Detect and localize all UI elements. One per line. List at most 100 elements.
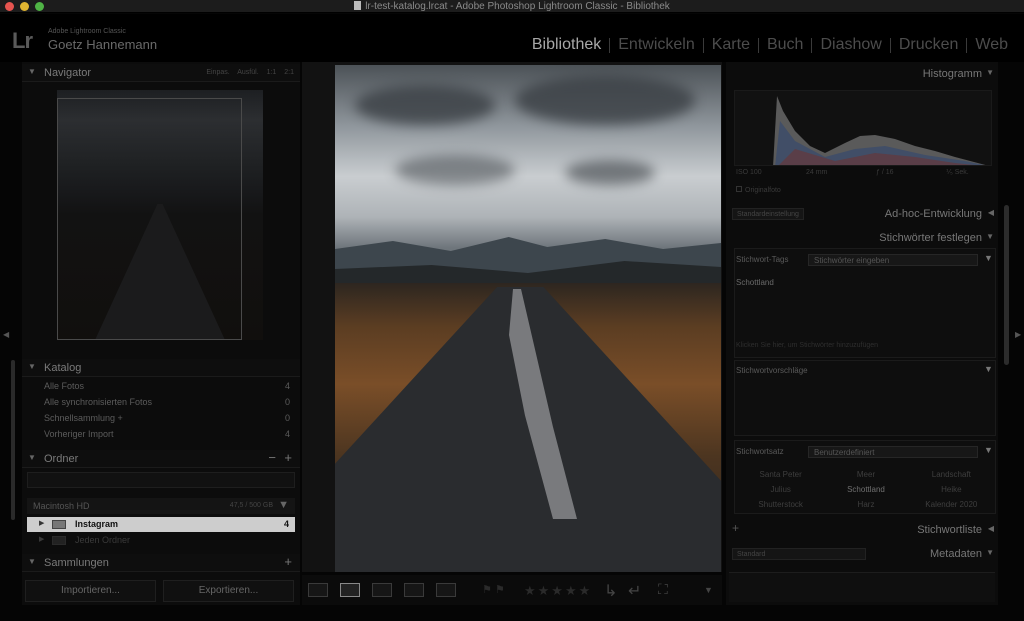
keyword-content[interactable]: Schottland: [736, 278, 774, 287]
grid-view-icon[interactable]: [308, 583, 328, 597]
keyword-suggestions-title: Stichwortvorschläge: [736, 366, 808, 375]
cloud-shape: [565, 160, 655, 185]
remove-folder-button[interactable]: −: [268, 450, 276, 465]
add-keyword-button[interactable]: +: [732, 521, 739, 535]
catalog-header[interactable]: ▼ Katalog: [22, 359, 300, 377]
rotate-left-icon[interactable]: ↳: [604, 581, 617, 601]
metadata-header[interactable]: Standard Metadaten ▼: [726, 545, 998, 563]
catalog-item[interactable]: Alle synchronisierten Fotos 0: [44, 397, 296, 413]
catalog-title: Katalog: [44, 362, 82, 374]
collapse-triangle-icon[interactable]: ▼: [28, 67, 36, 76]
keyword-set-dropdown[interactable]: Benutzerdefiniert: [808, 446, 978, 458]
main-photo[interactable]: [335, 65, 721, 572]
quick-develop-header[interactable]: Standardeinstellung Ad-hoc-Entwicklung ◀: [726, 205, 998, 223]
compare-view-icon[interactable]: [372, 583, 392, 597]
quick-develop-preset[interactable]: Standardeinstellung: [732, 208, 804, 220]
module-drucken[interactable]: Drucken: [891, 36, 967, 54]
quick-develop-title: Ad-hoc-Entwicklung: [884, 208, 982, 220]
keyword-set-item[interactable]: Kalender 2020: [909, 500, 994, 509]
module-diashow[interactable]: Diashow: [812, 36, 889, 54]
collapse-triangle-icon[interactable]: ▼: [28, 453, 36, 462]
catalog-item[interactable]: Vorheriger Import 4: [44, 429, 296, 445]
volume-capacity: 47,5 / 500 GB: [229, 502, 273, 509]
folders-header[interactable]: ▼ Ordner − +: [22, 450, 300, 468]
export-button[interactable]: Exportieren...: [163, 580, 294, 602]
keyword-hint: Klicken Sie hier, um Stichwörter hinzuzu…: [736, 342, 879, 349]
loupe-view[interactable]: [302, 62, 722, 572]
keyword-set-item[interactable]: Julius: [738, 485, 823, 494]
keyword-set-triangle-icon[interactable]: ▼: [984, 445, 993, 455]
expand-triangle-icon[interactable]: ▶: [39, 519, 44, 527]
original-photo-label: Originalfoto: [736, 186, 991, 194]
catalog-item[interactable]: Schnellsammlung +0: [44, 413, 296, 429]
folder-item-instagram[interactable]: ▶ Instagram 4: [27, 517, 295, 532]
keyword-set-item-active[interactable]: Schottland: [823, 485, 908, 494]
keyword-set-item[interactable]: Santa Peter: [738, 470, 823, 479]
module-bibliothek[interactable]: Bibliothek: [524, 36, 609, 54]
navigator-preview[interactable]: [57, 90, 263, 340]
navigator-title: Navigator: [44, 67, 92, 79]
collapse-triangle-icon[interactable]: ▼: [986, 68, 994, 77]
import-button[interactable]: Importieren...: [25, 580, 156, 602]
cloud-shape: [355, 85, 495, 125]
collections-header[interactable]: ▼ Sammlungen +: [22, 554, 300, 572]
toolbar-menu-icon[interactable]: ▼: [704, 585, 713, 595]
navigator-header[interactable]: ▼ Navigator Einpas. Ausfül. 1:1 2:1: [22, 64, 300, 82]
people-view-icon[interactable]: [436, 583, 456, 597]
collapse-triangle-icon[interactable]: ▼: [986, 548, 994, 557]
histogram-header[interactable]: Histogramm ▼: [726, 65, 998, 83]
keyword-set-label: Stichwortsatz: [736, 447, 784, 456]
sync-buttons-area[interactable]: [729, 572, 995, 602]
collapse-triangle-icon[interactable]: ▼: [984, 364, 993, 374]
star-rating[interactable]: ★★★★★: [524, 583, 592, 599]
navigator-view-frame[interactable]: [57, 98, 242, 340]
crop-overlay-icon[interactable]: ⛶: [658, 581, 668, 598]
library-toolbar: ⚑ ⚑ ★★★★★ ↳ ↵ ⛶ ▼: [302, 575, 722, 605]
collapse-triangle-icon[interactable]: ▼: [28, 362, 36, 371]
keyword-set-item[interactable]: Harz: [823, 500, 908, 509]
histogram-graph[interactable]: [734, 90, 992, 166]
left-panel-scrollbar[interactable]: [11, 360, 15, 520]
keyword-tags-triangle-icon[interactable]: ▼: [984, 253, 993, 263]
module-karte[interactable]: Karte: [704, 36, 758, 54]
expand-triangle-icon[interactable]: ◀: [988, 524, 994, 533]
folder-icon: [52, 520, 66, 529]
window-title: lr-test-katalog.lrcat - Adobe Photoshop …: [0, 1, 1024, 12]
keywording-header[interactable]: Stichwörter festlegen ▼: [726, 229, 998, 247]
identity-plate-user: Goetz Hannemann: [48, 37, 158, 52]
keyword-list-header[interactable]: + Stichwortliste ◀: [726, 521, 998, 539]
checkbox-icon[interactable]: [736, 186, 742, 192]
keyword-list-title: Stichwortliste: [917, 524, 982, 536]
module-web[interactable]: Web: [967, 36, 1016, 54]
volume-bar[interactable]: Macintosh HD 47,5 / 500 GB ▼: [27, 498, 295, 514]
left-panel-toggle-icon[interactable]: ◀: [3, 330, 9, 339]
collapse-triangle-icon[interactable]: ▼: [28, 557, 36, 566]
keyword-set-item[interactable]: Shutterstock: [738, 500, 823, 509]
metadata-preset[interactable]: Standard: [732, 548, 866, 560]
module-buch[interactable]: Buch: [759, 36, 811, 54]
keyword-tags-dropdown[interactable]: Stichwörter eingeben: [808, 254, 978, 266]
folder-item-dimmed[interactable]: ▶ Jeden Ordner: [27, 533, 295, 548]
collapse-triangle-icon[interactable]: ▼: [986, 232, 994, 241]
survey-view-icon[interactable]: [404, 583, 424, 597]
right-panel-scrollbar[interactable]: [1004, 205, 1009, 365]
volume-menu-icon[interactable]: ▼: [278, 499, 289, 511]
rotate-right-icon[interactable]: ↵: [628, 581, 641, 601]
loupe-view-icon[interactable]: [340, 583, 360, 597]
add-folder-button[interactable]: +: [284, 450, 292, 465]
navigator-zoom-options[interactable]: Einpas. Ausfül. 1:1 2:1: [206, 69, 294, 76]
keyword-set-item[interactable]: Landschaft: [909, 470, 994, 479]
expand-triangle-icon[interactable]: ◀: [988, 208, 994, 217]
volume-name: Macintosh HD: [33, 501, 90, 511]
identity-plate-header: Lr Adobe Lightroom Classic Goetz Hannema…: [0, 14, 1024, 62]
keyword-set-item[interactable]: Meer: [823, 470, 908, 479]
keyword-set-item[interactable]: Heike: [909, 485, 994, 494]
right-panel-toggle-icon[interactable]: ▶: [1015, 330, 1021, 339]
expand-triangle-icon[interactable]: ▶: [39, 535, 44, 543]
folder-filter-field[interactable]: [27, 472, 295, 488]
flag-icons[interactable]: ⚑ ⚑: [482, 583, 505, 596]
add-collection-button[interactable]: +: [284, 554, 292, 569]
catalog-item[interactable]: Alle Fotos 4: [44, 381, 296, 397]
document-icon: [354, 1, 362, 10]
module-entwickeln[interactable]: Entwickeln: [610, 36, 702, 54]
